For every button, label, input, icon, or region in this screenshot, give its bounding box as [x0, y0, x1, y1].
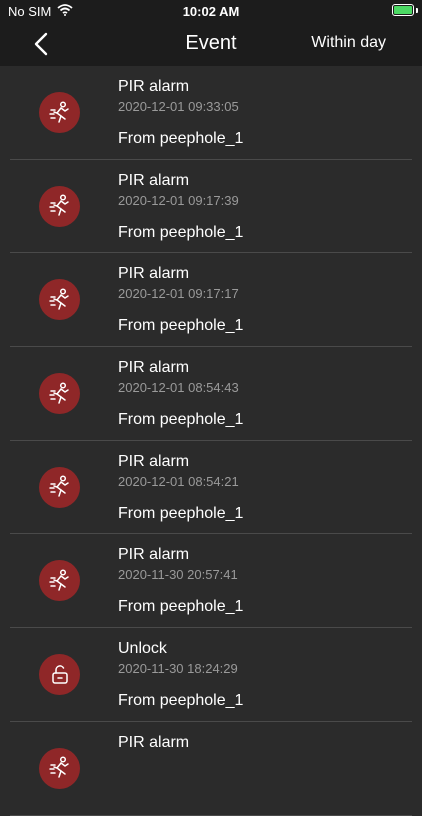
running-person-icon — [39, 747, 80, 789]
running-person-icon — [39, 560, 80, 602]
event-timestamp: 2020-12-01 09:17:39 — [118, 192, 239, 208]
event-timestamp: 2020-11-30 20:57:41 — [118, 567, 238, 583]
event-list: PIR alarm 2020-12-01 09:33:05 From peephol… — [0, 66, 422, 816]
running-person-icon — [39, 279, 80, 321]
event-title: PIR alarm — [118, 733, 190, 751]
event-timestamp: 2020-11-30 18:24:29 — [118, 661, 238, 677]
event-source: From peephole_1 — [118, 692, 244, 710]
event-title: PIR alarm — [118, 546, 190, 564]
event-list-item[interactable]: PIR alarm 2020-12-01 09:17:39 From peephol… — [0, 160, 422, 254]
event-source: From peephole_1 — [118, 223, 244, 241]
event-timestamp: 2020-12-01 09:33:05 — [118, 99, 239, 114]
event-title: PIR alarm — [118, 359, 190, 377]
within-day-filter[interactable]: Within day — [311, 34, 386, 52]
event-list-item[interactable]: PIR alarm 2020-12-01 09:33:05 From peephol… — [0, 66, 422, 160]
status-bar: No SIM 10:02 AM — [0, 0, 422, 22]
event-source: From peephole_1 — [118, 317, 244, 335]
event-source: From peephole_1 — [118, 598, 244, 616]
nav-bar: Event Within day — [0, 22, 422, 66]
event-list-item[interactable]: Unlock 2020-11-30 18:24:29 From peephole_1 — [0, 628, 422, 722]
battery-tip — [416, 8, 418, 13]
event-list-item[interactable]: PIR alarm 2020-12-01 09:17:17 From peephol… — [0, 253, 422, 348]
event-source: From peephole_1 — [118, 504, 244, 522]
event-title: PIR alarm — [118, 452, 190, 470]
event-list-item[interactable]: PIR alarm — [0, 722, 422, 816]
event-list-item[interactable]: PIR alarm 2020-11-30 20:57:41 From peephol… — [0, 534, 422, 629]
running-person-icon — [39, 466, 80, 508]
event-timestamp: 2020-12-01 08:54:43 — [118, 380, 239, 396]
event-list-item[interactable]: PIR alarm 2020-12-01 08:54:43 From peephol… — [0, 347, 422, 441]
event-timestamp: 2020-12-01 09:17:17 — [118, 286, 239, 302]
battery-icon — [392, 4, 414, 16]
divider — [10, 814, 412, 816]
event-source: From peephole_1 — [118, 411, 244, 429]
status-time: 10:02 AM — [182, 4, 240, 19]
event-source: From peephole_1 — [118, 130, 244, 147]
event-title: Unlock — [118, 640, 167, 658]
event-timestamp: 2020-12-01 08:54:21 — [118, 473, 239, 489]
event-title: PIR alarm — [118, 171, 190, 189]
event-list-item[interactable]: PIR alarm 2020-12-01 08:54:21 From peephol… — [0, 441, 422, 535]
running-person-icon — [39, 92, 80, 133]
event-title: PIR alarm — [118, 265, 190, 283]
event-title: PIR alarm — [118, 78, 190, 95]
running-person-icon — [39, 185, 80, 227]
unlock-icon — [39, 654, 80, 696]
running-person-icon — [39, 373, 80, 415]
